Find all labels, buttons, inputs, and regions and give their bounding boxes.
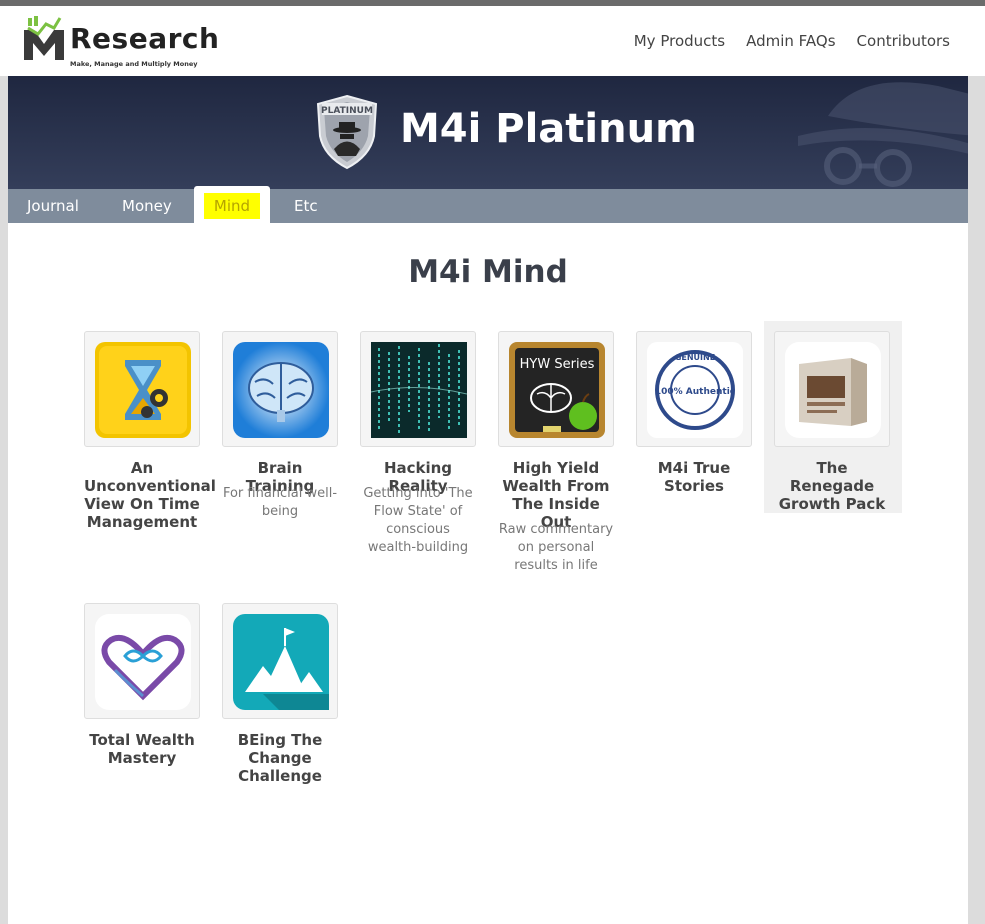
product-being-the-change[interactable]: BEing The Change Challenge xyxy=(222,603,360,803)
svg-text:PLATINUM: PLATINUM xyxy=(321,106,373,116)
product-description: For financial well-being xyxy=(222,486,338,519)
matrix-code-icon xyxy=(371,342,467,438)
brand-tagline: Make, Manage and Multiply Money xyxy=(70,60,198,68)
product-thumbnail xyxy=(774,331,890,447)
svg-text:HYW Series: HYW Series xyxy=(520,357,595,372)
top-navigation: My Products Admin FAQs Contributors xyxy=(613,32,950,50)
site-header: Research Make, Manage and Multiply Money… xyxy=(0,6,985,76)
tab-etc[interactable]: Etc xyxy=(294,189,318,223)
product-thumbnail xyxy=(222,603,338,719)
product-title: The Renegade Growth Pack xyxy=(778,459,886,513)
page-container: PLATINUM M4i Platinum Journal Money Mind… xyxy=(8,76,968,924)
spy-hat-glasses-icon xyxy=(798,82,968,187)
product-title: BEing The Change Challenge xyxy=(237,731,323,785)
hyw-series-chalkboard-icon: HYW Series xyxy=(509,342,605,438)
brain-icon xyxy=(233,342,329,438)
platinum-badge-icon: PLATINUM xyxy=(316,94,378,170)
nav-contributors[interactable]: Contributors xyxy=(857,32,950,50)
section-tabs: Journal Money Mind Etc xyxy=(8,186,968,223)
product-brain-training[interactable]: Brain Training For financial well-being xyxy=(222,331,360,551)
product-title: An Unconventional View On Time Managemen… xyxy=(84,459,216,531)
product-thumbnail xyxy=(222,331,338,447)
product-thumbnail: GENUINE 100% Authentic xyxy=(636,331,752,447)
product-title: M4i True Stories xyxy=(657,459,731,495)
svg-text:GENUINE: GENUINE xyxy=(675,353,715,362)
product-box-icon xyxy=(785,342,881,438)
product-thumbnail: HYW Series xyxy=(498,331,614,447)
product-thumbnail xyxy=(84,331,200,447)
product-true-stories[interactable]: GENUINE 100% Authentic M4i True Stories xyxy=(636,331,774,551)
mountain-flag-icon xyxy=(233,614,329,710)
product-renegade-growth-pack[interactable]: The Renegade Growth Pack xyxy=(764,321,902,513)
product-description: Raw commentary on personal results in li… xyxy=(498,522,614,573)
nav-admin-faqs[interactable]: Admin FAQs xyxy=(746,32,835,50)
platinum-banner: PLATINUM M4i Platinum xyxy=(8,76,968,189)
product-thumbnail xyxy=(360,331,476,447)
infinity-heart-icon xyxy=(95,614,191,710)
tab-journal[interactable]: Journal xyxy=(27,189,79,223)
hourglass-icon xyxy=(95,342,191,438)
tab-money[interactable]: Money xyxy=(122,189,172,223)
product-thumbnail xyxy=(84,603,200,719)
product-time-management[interactable]: An Unconventional View On Time Managemen… xyxy=(84,331,222,551)
product-title: Total Wealth Mastery xyxy=(89,731,195,767)
product-hacking-reality[interactable]: Hacking Reality Getting into 'The Flow S… xyxy=(360,331,498,555)
tab-mind-label: Mind xyxy=(204,193,260,219)
brand-logo[interactable]: Research Make, Manage and Multiply Money xyxy=(24,14,219,68)
m4-logo-icon xyxy=(24,16,64,60)
genuine-stamp-icon: GENUINE 100% Authentic xyxy=(647,342,743,438)
product-total-wealth-mastery[interactable]: Total Wealth Mastery xyxy=(84,603,222,793)
product-high-yield-wealth[interactable]: HYW Series High Yield Wealth From The In… xyxy=(498,331,636,573)
banner-title: M4i Platinum xyxy=(400,106,697,152)
nav-my-products[interactable]: My Products xyxy=(634,32,725,50)
product-description: Getting into 'The Flow State' of conscio… xyxy=(363,486,473,555)
brand-name: Research xyxy=(70,22,220,55)
tab-mind[interactable]: Mind xyxy=(194,186,270,223)
svg-text:100% Authentic: 100% Authentic xyxy=(655,387,735,397)
section-title: M4i Mind xyxy=(408,254,568,290)
